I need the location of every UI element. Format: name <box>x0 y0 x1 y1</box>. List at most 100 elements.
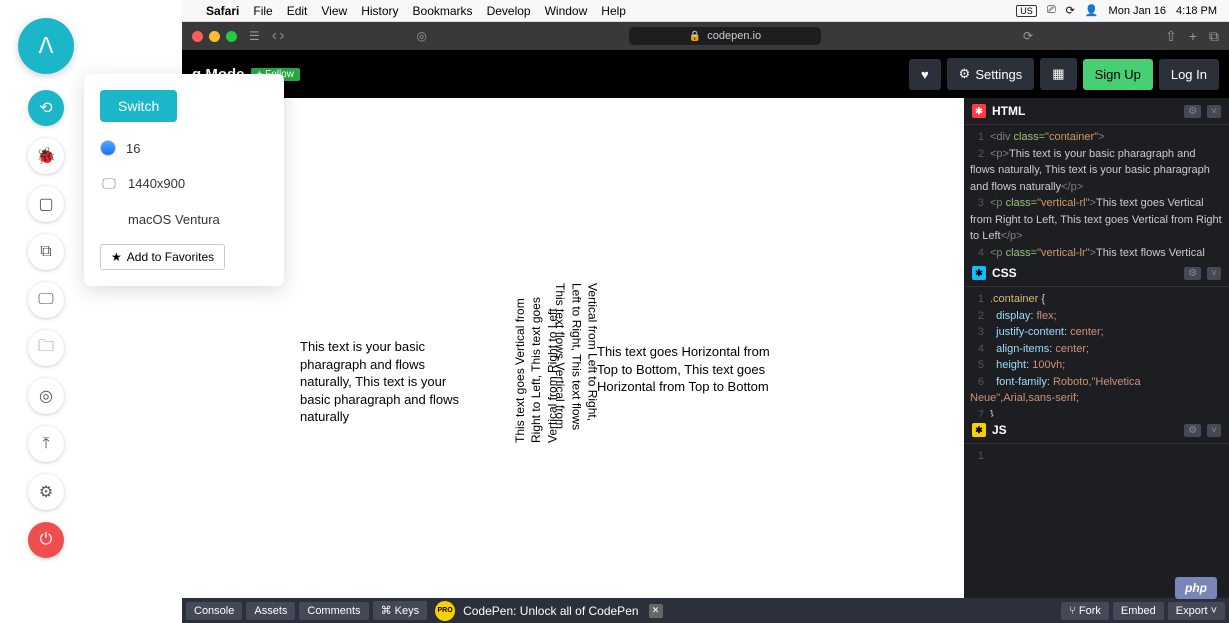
traffic-lights <box>192 31 237 42</box>
folder-fab[interactable]: 🗀 <box>28 330 64 366</box>
menu-file[interactable]: File <box>253 4 272 18</box>
css-editor-header[interactable]: ✱ CSS ⚙ ˅ <box>964 260 1229 287</box>
keys-button[interactable]: ⌘ Keys <box>373 601 428 620</box>
shield-icon[interactable]: ◎ <box>412 29 430 43</box>
html-editor-header[interactable]: ✱ HTML ⚙ ˅ <box>964 98 1229 125</box>
chevron-down-icon[interactable]: ˅ <box>1207 267 1221 280</box>
export-button[interactable]: Export ˅ <box>1168 602 1225 620</box>
html-icon: ✱ <box>972 104 986 118</box>
location-fab[interactable]: ◎ <box>28 378 64 414</box>
menu-edit[interactable]: Edit <box>287 4 308 18</box>
new-tab-icon[interactable]: + <box>1189 28 1197 45</box>
comments-button[interactable]: Comments <box>299 602 368 620</box>
menu-history[interactable]: History <box>361 4 398 18</box>
control-center-icon[interactable]: ⎚ <box>1047 4 1056 17</box>
login-button[interactable]: Log In <box>1159 59 1219 90</box>
close-promo-icon[interactable]: ✕ <box>649 604 663 618</box>
console-button[interactable]: Console <box>186 602 242 620</box>
love-button[interactable]: ♥ <box>909 59 941 90</box>
resolution-row[interactable]: 🖵 1440x900 <box>100 174 268 192</box>
location-icon: ◎ <box>39 386 53 406</box>
sync-icon: ⟲ <box>39 98 52 118</box>
js-editor[interactable]: 1 <box>964 444 1229 464</box>
lock-icon: 🔒 <box>689 31 701 42</box>
power-fab[interactable]: ⏻ <box>28 522 64 558</box>
fork-button[interactable]: ⑂Fork <box>1061 602 1109 620</box>
loading-icon: ⟳ <box>1066 4 1075 17</box>
preview-paragraph-1: This text is your basic pharagraph and f… <box>300 338 480 426</box>
upload-icon: ⤒ <box>42 435 49 453</box>
switch-button[interactable]: Switch <box>100 90 177 122</box>
gear-icon[interactable]: ⚙ <box>1184 105 1201 118</box>
apple-icon <box>100 210 118 228</box>
maximize-window-icon[interactable] <box>226 31 237 42</box>
chevron-down-icon[interactable]: ˅ <box>1207 105 1221 118</box>
camera-fab[interactable]: ▢ <box>28 186 64 222</box>
share-icon[interactable]: ⇧ <box>1165 28 1177 45</box>
switch-panel: Switch 16 🖵 1440x900 macOS Ventura ★ Add… <box>84 74 284 286</box>
os-row[interactable]: macOS Ventura <box>100 210 268 228</box>
menu-bookmarks[interactable]: Bookmarks <box>413 4 473 18</box>
view-button[interactable]: ▦ <box>1040 58 1076 90</box>
chevron-down-icon[interactable]: ˅ <box>1207 424 1221 437</box>
back-icon[interactable]: ‹ <box>272 27 277 45</box>
tabs-icon[interactable]: ⧉ <box>1209 28 1219 45</box>
gear-icon[interactable]: ⚙ <box>1184 424 1201 437</box>
menubar-date[interactable]: Mon Jan 16 <box>1109 5 1166 17</box>
css-icon: ✱ <box>972 266 986 280</box>
settings-fab[interactable]: ⚙ <box>28 474 64 510</box>
preview-paragraph-horizontal: This text goes Horizontal from Top to Bo… <box>597 343 772 396</box>
menubar-time[interactable]: 4:18 PM <box>1176 5 1217 17</box>
screen-icon: 🖵 <box>38 291 53 309</box>
menu-develop[interactable]: Develop <box>487 4 531 18</box>
heart-icon: ♥ <box>921 67 929 82</box>
safari-window: ☰ ‹ › ◎ 🔒 codepen.io ⟳ ⇧ + ⧉ g Mode + Fo… <box>182 22 1229 598</box>
safari-titlebar: ☰ ‹ › ◎ 🔒 codepen.io ⟳ ⇧ + ⧉ <box>182 22 1229 50</box>
js-editor-header[interactable]: ✱ JS ⚙ ˅ <box>964 417 1229 444</box>
preview-pane: This text is your basic pharagraph and f… <box>182 98 964 598</box>
forward-icon[interactable]: › <box>279 27 284 45</box>
css-editor[interactable]: 1.container { 2 display: flex; 3 justify… <box>964 287 1229 417</box>
settings-button[interactable]: ⚙Settings <box>947 58 1035 90</box>
url-text: codepen.io <box>707 30 761 42</box>
macos-menubar: Safari File Edit View History Bookmarks … <box>182 0 1229 22</box>
address-bar[interactable]: 🔒 codepen.io <box>629 27 821 45</box>
chevron-up-icon: ᐱ <box>38 33 53 59</box>
power-icon: ⏻ <box>40 531 53 549</box>
close-window-icon[interactable] <box>192 31 203 42</box>
tool-sidebar: ᐱ ⟲ 🐞 ▢ ⧉ 🖵 🗀 ◎ ⤒ ⚙ ⏻ Switch 16 🖵 1440x9… <box>0 0 182 623</box>
minimize-window-icon[interactable] <box>209 31 220 42</box>
embed-button[interactable]: Embed <box>1113 602 1164 620</box>
upload-fab[interactable]: ⤒ <box>28 426 64 462</box>
country-icon[interactable]: US <box>1016 5 1037 17</box>
browser-row[interactable]: 16 <box>100 140 268 156</box>
add-favorites-button[interactable]: ★ Add to Favorites <box>100 244 225 270</box>
screen-fab[interactable]: 🖵 <box>28 282 64 318</box>
gear-icon[interactable]: ⚙ <box>1184 267 1201 280</box>
preview-paragraph-vertical-lr: Vertical from Left to Right, Left to Rig… <box>552 283 601 433</box>
sidebar-toggle-icon[interactable]: ☰ <box>245 29 264 43</box>
switch-fab[interactable]: ⟲ <box>28 90 64 126</box>
user-icon[interactable]: 👤 <box>1085 4 1099 17</box>
signup-button[interactable]: Sign Up <box>1083 59 1153 90</box>
html-editor[interactable]: 1<div class="container"> 2<p>This text i… <box>964 125 1229 260</box>
menu-window[interactable]: Window <box>545 4 588 18</box>
bug-fab[interactable]: 🐞 <box>28 138 64 174</box>
star-icon: ★ <box>111 250 122 264</box>
copy-icon: ⧉ <box>40 243 51 261</box>
pro-badge[interactable]: PRO <box>435 601 455 621</box>
camera-icon: ▢ <box>38 194 53 214</box>
assets-button[interactable]: Assets <box>246 602 295 620</box>
menubar-app[interactable]: Safari <box>206 4 239 18</box>
copy-fab[interactable]: ⧉ <box>28 234 64 270</box>
main-fab-button[interactable]: ᐱ <box>18 18 74 74</box>
menu-view[interactable]: View <box>321 4 347 18</box>
php-badge: php <box>1175 577 1217 599</box>
js-icon: ✱ <box>972 423 986 437</box>
menu-help[interactable]: Help <box>601 4 626 18</box>
layout-icon: ▦ <box>1052 66 1064 82</box>
code-editors: ✱ HTML ⚙ ˅ 1<div class="container"> 2<p>… <box>964 98 1229 598</box>
fork-icon: ⑂ <box>1069 605 1076 617</box>
codepen-header: g Mode + Follow ♥ ⚙Settings ▦ Sign Up Lo… <box>182 50 1229 98</box>
reload-icon[interactable]: ⟳ <box>1019 29 1037 43</box>
